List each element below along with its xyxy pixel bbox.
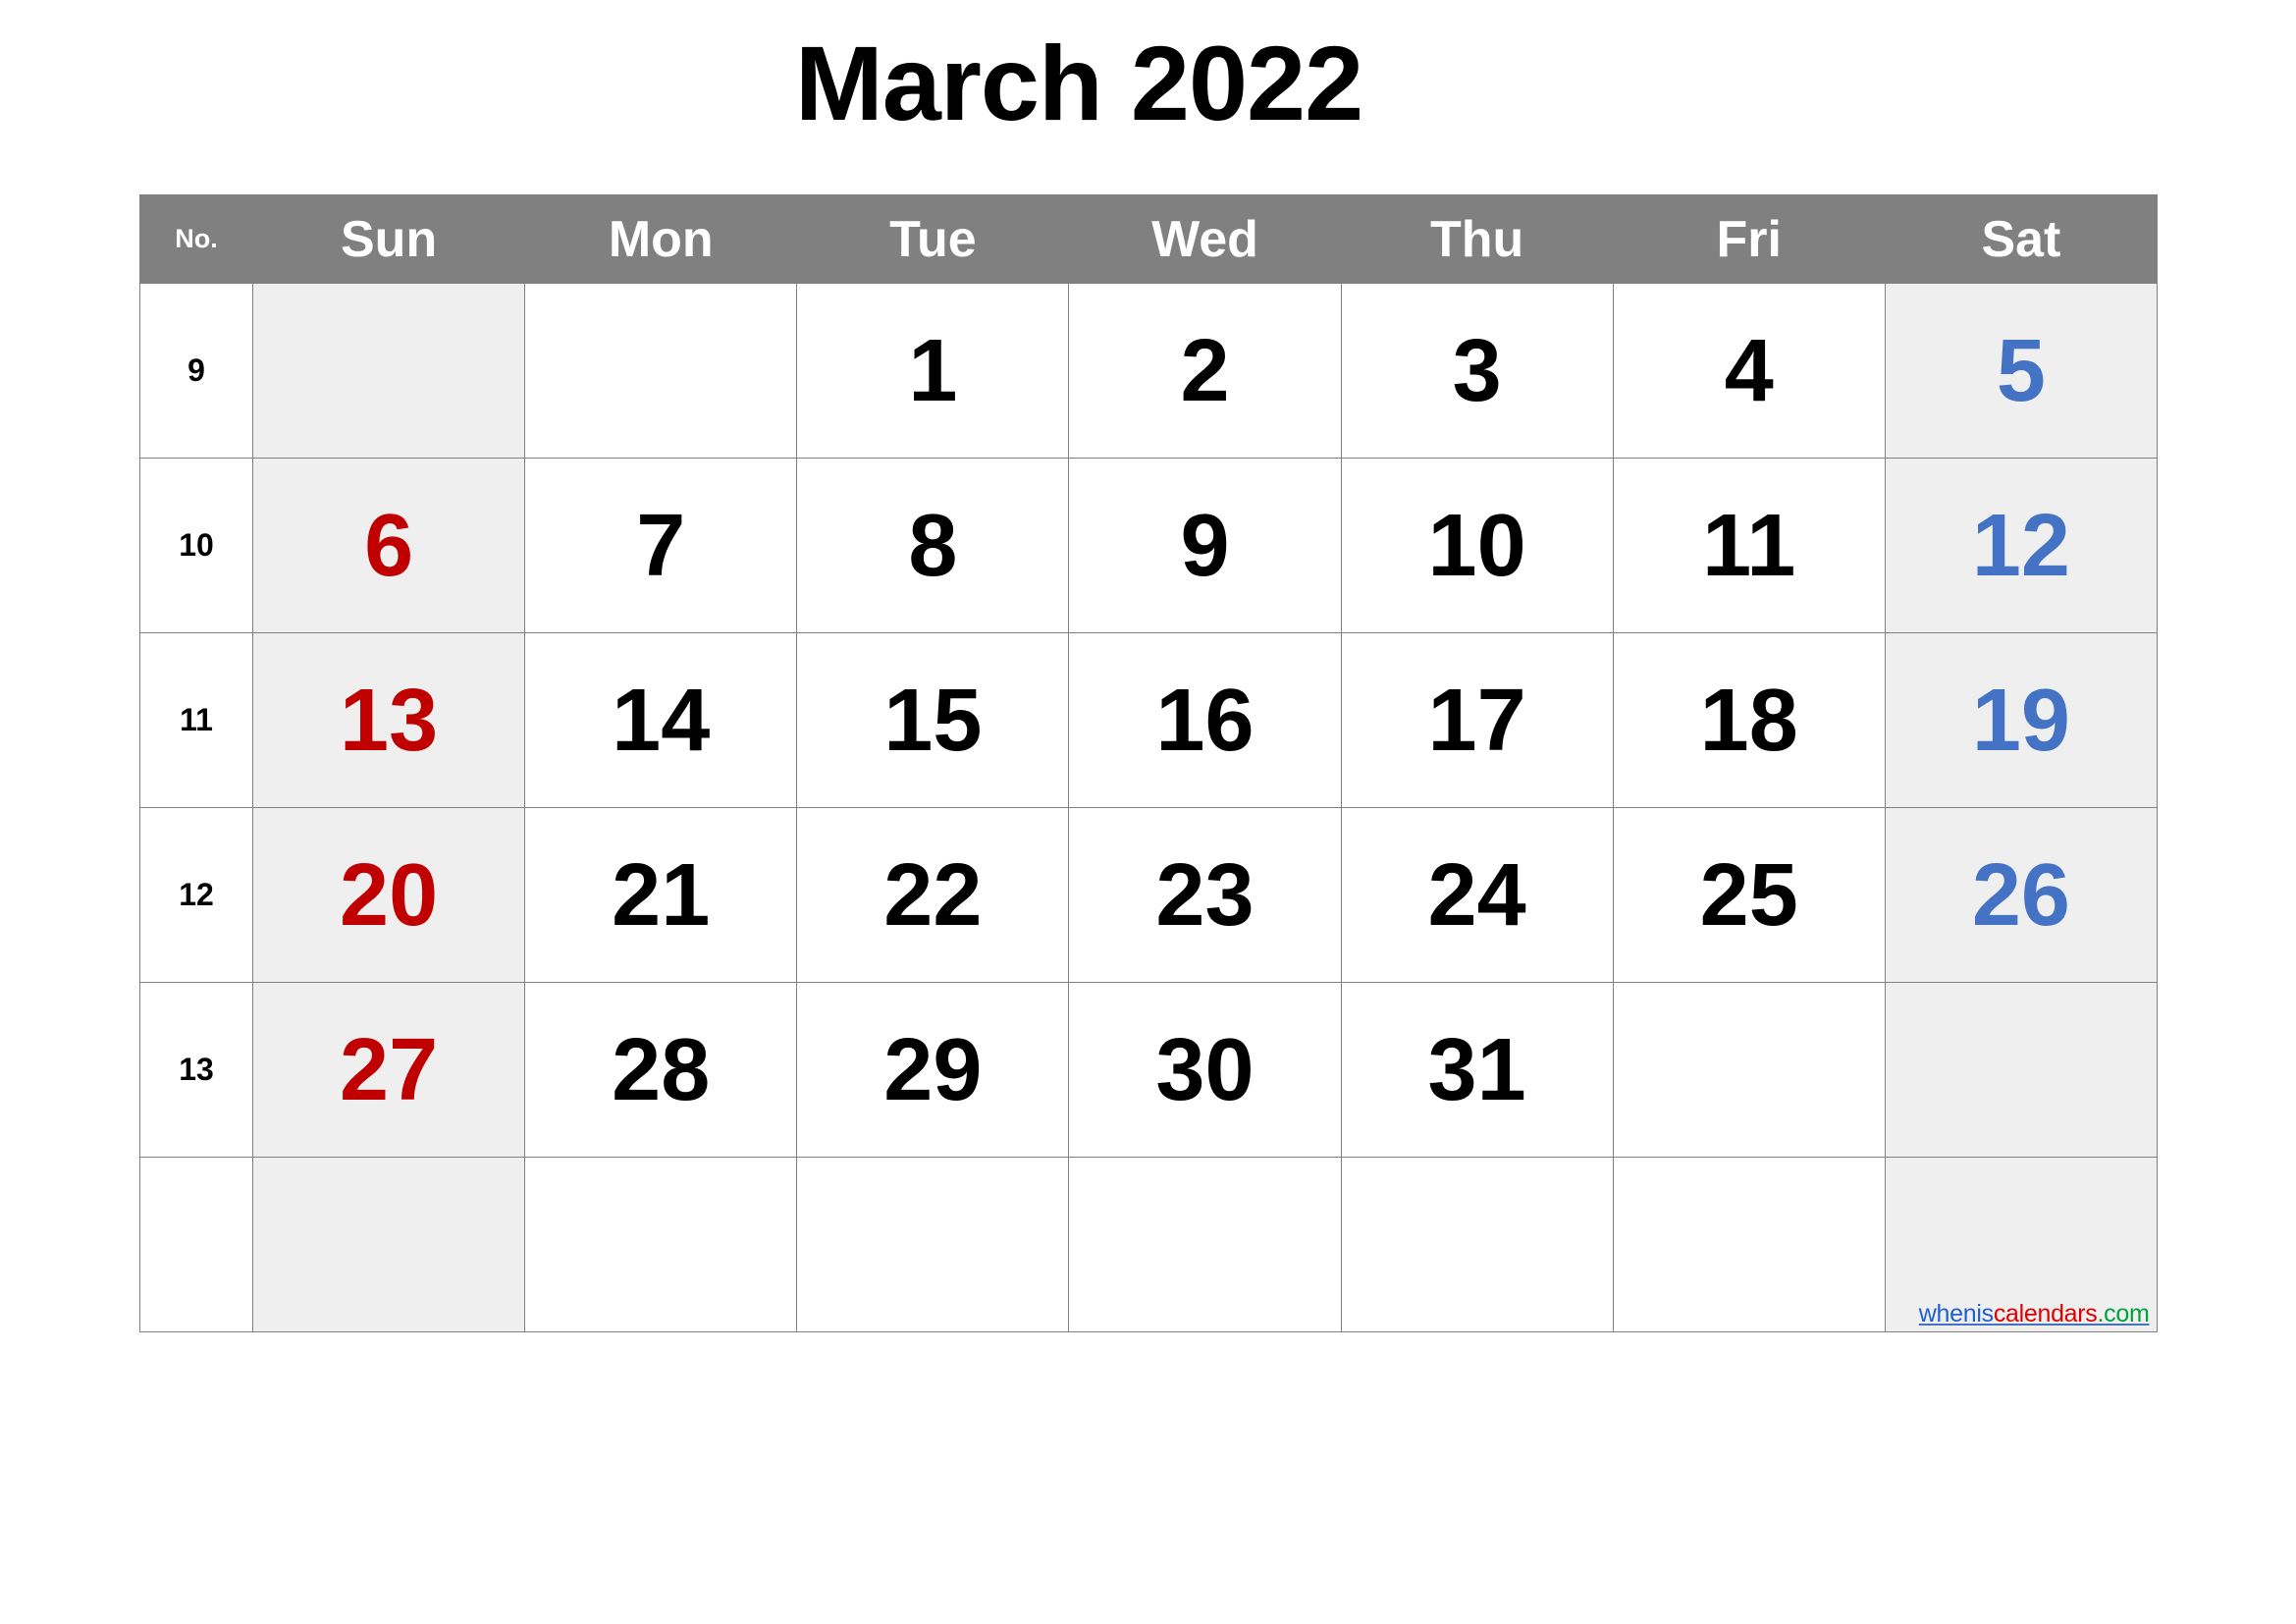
date-cell-sun[interactable] (252, 1157, 526, 1332)
date-cell-thu[interactable]: 3 (1340, 283, 1614, 459)
date-cell-tue[interactable]: 1 (796, 283, 1070, 459)
date-cell-sun[interactable]: 6 (252, 458, 526, 633)
day-header-tue: Tue (796, 194, 1070, 284)
week-number-cell: 12 (138, 807, 254, 983)
calendar-week-row: 11 13 14 15 16 17 18 19 (138, 632, 2159, 808)
date-cell-tue[interactable]: 29 (796, 982, 1070, 1158)
date-cell-sun[interactable] (252, 283, 526, 459)
week-number-cell (138, 1157, 254, 1332)
date-cell-wed[interactable] (1068, 1157, 1342, 1332)
calendar-week-row: 13 27 28 29 30 31 (138, 982, 2159, 1158)
date-cell-sat[interactable] (1884, 982, 2159, 1158)
watermark-part-2: calendars (1993, 1299, 2098, 1327)
date-cell-mon[interactable]: 28 (524, 982, 798, 1158)
date-cell-tue[interactable]: 15 (796, 632, 1070, 808)
week-number-cell: 9 (138, 283, 254, 459)
date-cell-sat[interactable]: wheniscalendars.com (1884, 1157, 2159, 1332)
date-cell-sun[interactable]: 20 (252, 807, 526, 983)
date-cell-sun[interactable]: 27 (252, 982, 526, 1158)
date-cell-sat[interactable]: 5 (1884, 283, 2159, 459)
date-cell-mon[interactable]: 21 (524, 807, 798, 983)
week-number-cell: 13 (138, 982, 254, 1158)
date-cell-tue[interactable]: 8 (796, 458, 1070, 633)
date-cell-wed[interactable]: 16 (1068, 632, 1342, 808)
calendar-header: No. Sun Mon Tue Wed Thu Fri Sat (138, 194, 2159, 284)
date-cell-fri[interactable] (1612, 982, 1886, 1158)
date-cell-fri[interactable]: 18 (1612, 632, 1886, 808)
date-cell-sat[interactable]: 12 (1884, 458, 2159, 633)
watermark-part-3: .com (2097, 1299, 2150, 1327)
calendar-table: No. Sun Mon Tue Wed Thu Fri Sat 9 1 2 3 4 5 10… (138, 194, 2159, 1332)
date-cell-fri[interactable] (1612, 1157, 1886, 1332)
date-cell-thu[interactable] (1340, 1157, 1614, 1332)
week-number-cell: 10 (138, 458, 254, 633)
calendar-week-row: 10 6 7 8 9 10 11 12 (138, 458, 2159, 633)
day-header-fri: Fri (1612, 194, 1886, 284)
date-cell-fri[interactable]: 25 (1612, 807, 1886, 983)
day-header-mon: Mon (524, 194, 798, 284)
week-number-header: No. (138, 194, 254, 284)
date-cell-wed[interactable]: 9 (1068, 458, 1342, 633)
date-cell-wed[interactable]: 30 (1068, 982, 1342, 1158)
date-cell-mon[interactable]: 14 (524, 632, 798, 808)
calendar-page: March 2022 No. Sun Mon Tue Wed Thu Fri S… (0, 0, 2296, 1624)
calendar-week-row: 12 20 21 22 23 24 25 26 (138, 807, 2159, 983)
calendar-body: 9 1 2 3 4 5 10 6 7 8 9 10 11 12 11 13 14 15 16 17 18 19 12 20 21… (138, 283, 2159, 1332)
date-cell-fri[interactable]: 4 (1612, 283, 1886, 459)
date-cell-tue[interactable] (796, 1157, 1070, 1332)
date-cell-sat[interactable]: 19 (1884, 632, 2159, 808)
date-cell-mon[interactable] (524, 1157, 798, 1332)
date-cell-sun[interactable]: 13 (252, 632, 526, 808)
header-row: No. Sun Mon Tue Wed Thu Fri Sat (138, 194, 2159, 284)
date-cell-mon[interactable]: 7 (524, 458, 798, 633)
date-cell-thu[interactable]: 17 (1340, 632, 1614, 808)
watermark-part-1: whenis (1918, 1299, 1994, 1327)
week-number-cell: 11 (138, 632, 254, 808)
day-header-thu: Thu (1340, 194, 1614, 284)
date-cell-mon[interactable] (524, 283, 798, 459)
date-cell-thu[interactable]: 24 (1340, 807, 1614, 983)
day-header-wed: Wed (1068, 194, 1342, 284)
calendar-week-row: wheniscalendars.com (138, 1157, 2159, 1332)
date-cell-thu[interactable]: 31 (1340, 982, 1614, 1158)
calendar-week-row: 9 12345 (138, 283, 2159, 459)
date-cell-sat[interactable]: 26 (1884, 807, 2159, 983)
date-cell-tue[interactable]: 22 (796, 807, 1070, 983)
watermark-link[interactable]: wheniscalendars.com (1918, 1299, 2150, 1327)
date-cell-fri[interactable]: 11 (1612, 458, 1886, 633)
date-cell-thu[interactable]: 10 (1340, 458, 1614, 633)
date-cell-wed[interactable]: 2 (1068, 283, 1342, 459)
day-header-sat: Sat (1884, 194, 2159, 284)
date-cell-wed[interactable]: 23 (1068, 807, 1342, 983)
page-title: March 2022 (794, 24, 1363, 142)
day-header-sun: Sun (252, 194, 526, 284)
